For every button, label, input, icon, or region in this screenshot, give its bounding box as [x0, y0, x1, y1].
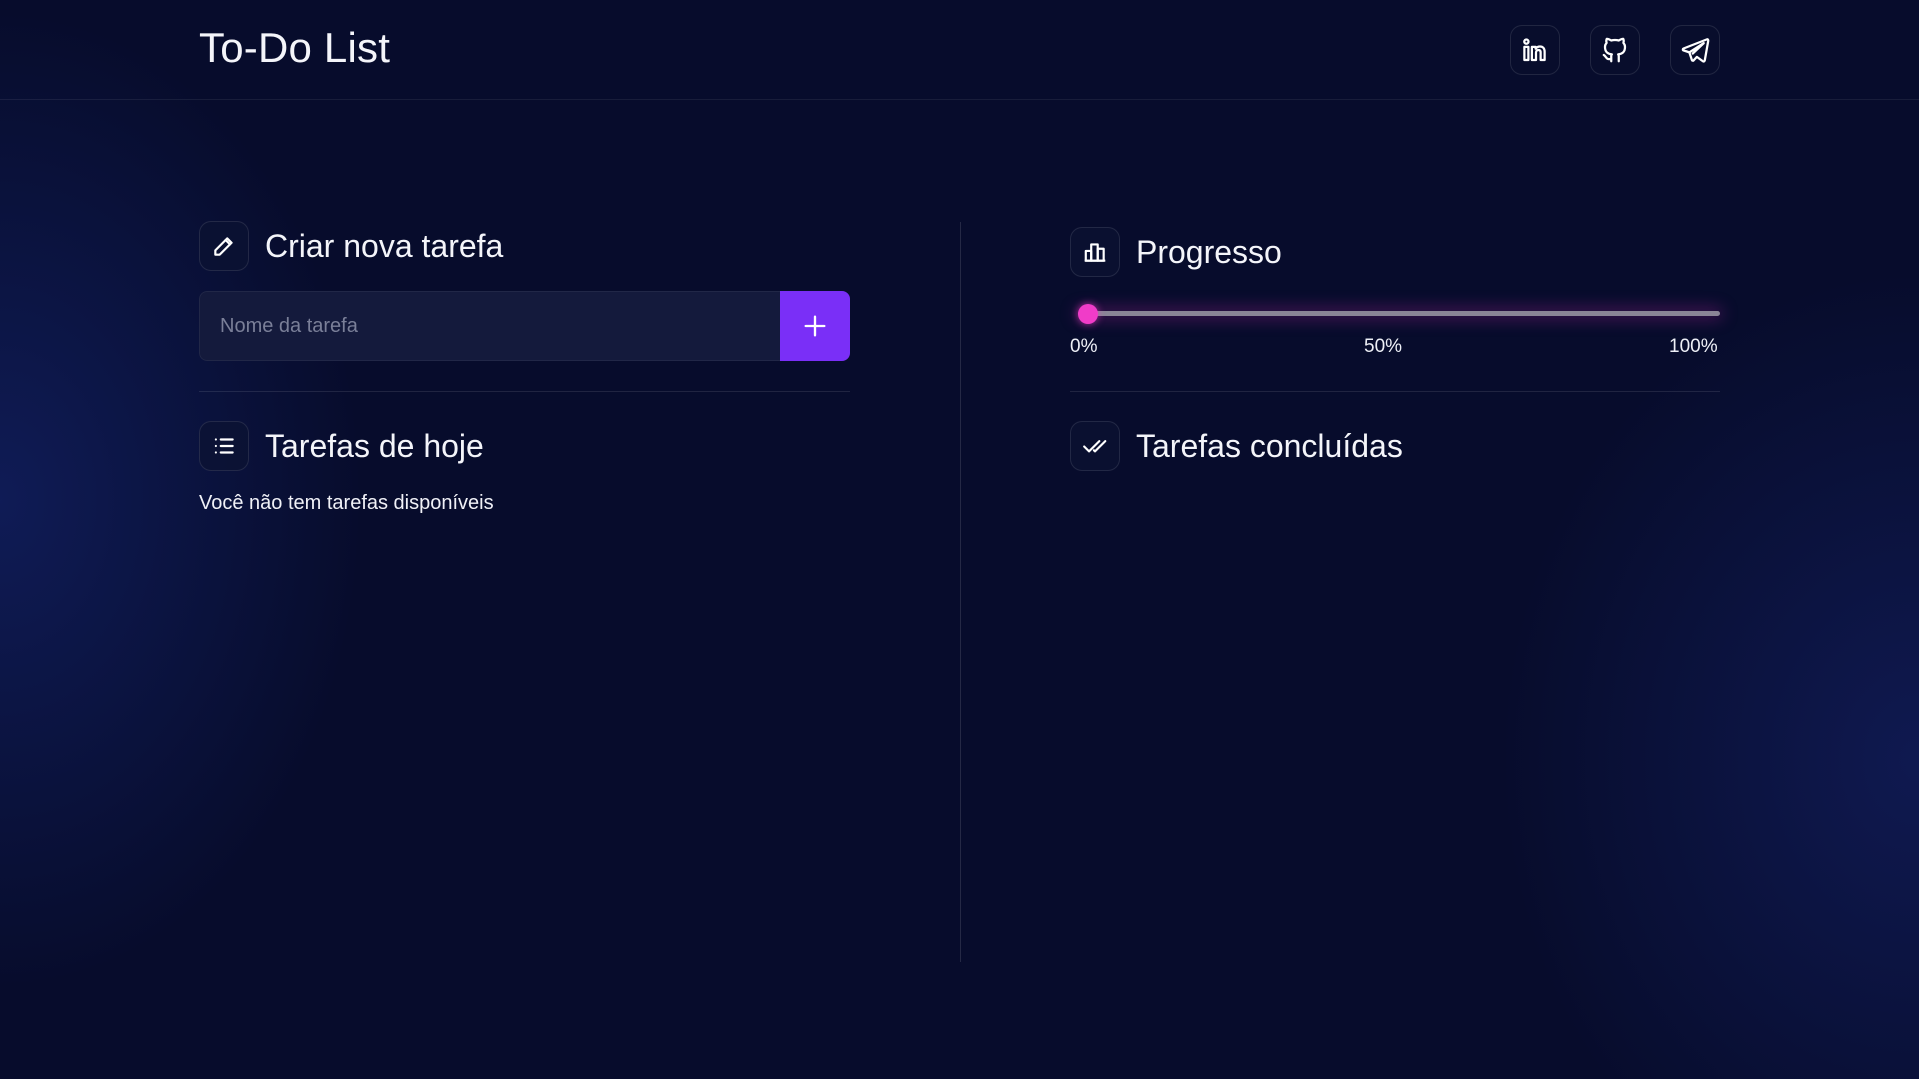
create-task-header: Criar nova tarefa	[199, 221, 503, 271]
linkedin-button[interactable]	[1510, 25, 1560, 75]
add-task-button[interactable]	[780, 291, 850, 361]
empty-tasks-message: Você não tem tarefas disponíveis	[199, 492, 494, 514]
progress-tick-50: 50%	[1364, 336, 1403, 357]
column-divider	[960, 222, 961, 962]
progress-track	[1078, 311, 1720, 316]
github-icon	[1602, 37, 1627, 63]
github-button[interactable]	[1590, 25, 1640, 75]
progress-tick-0: 0%	[1070, 336, 1098, 357]
top-bar: To-Do List	[0, 0, 1919, 100]
completed-tasks-icon-box	[1070, 421, 1120, 471]
create-task-icon-box	[199, 221, 249, 271]
linkedin-icon	[1523, 38, 1546, 62]
bar-chart-icon	[1084, 243, 1106, 262]
task-name-input[interactable]	[199, 291, 780, 361]
today-tasks-title: Tarefas de hoje	[265, 427, 484, 464]
progress-tick-100: 100%	[1669, 336, 1718, 357]
progress-title: Progresso	[1136, 233, 1282, 270]
progress-header: Progresso	[1070, 227, 1282, 277]
progress-thumb[interactable]	[1078, 304, 1098, 324]
app-title: To-Do List	[199, 24, 391, 71]
create-task-title: Criar nova tarefa	[265, 227, 504, 264]
progress-icon-box	[1070, 227, 1120, 277]
double-check-icon	[1083, 440, 1107, 453]
task-form	[199, 291, 850, 361]
today-tasks-header: Tarefas de hoje	[199, 421, 484, 471]
today-tasks-icon-box	[199, 421, 249, 471]
telegram-button[interactable]	[1670, 25, 1720, 75]
list-icon	[214, 438, 234, 454]
right-divider	[1070, 391, 1720, 392]
completed-tasks-header: Tarefas concluídas	[1070, 421, 1403, 471]
telegram-icon	[1681, 38, 1710, 63]
completed-tasks-title: Tarefas concluídas	[1136, 427, 1403, 464]
left-divider	[199, 391, 850, 392]
pencil-icon	[214, 237, 233, 256]
plus-icon	[804, 315, 826, 337]
